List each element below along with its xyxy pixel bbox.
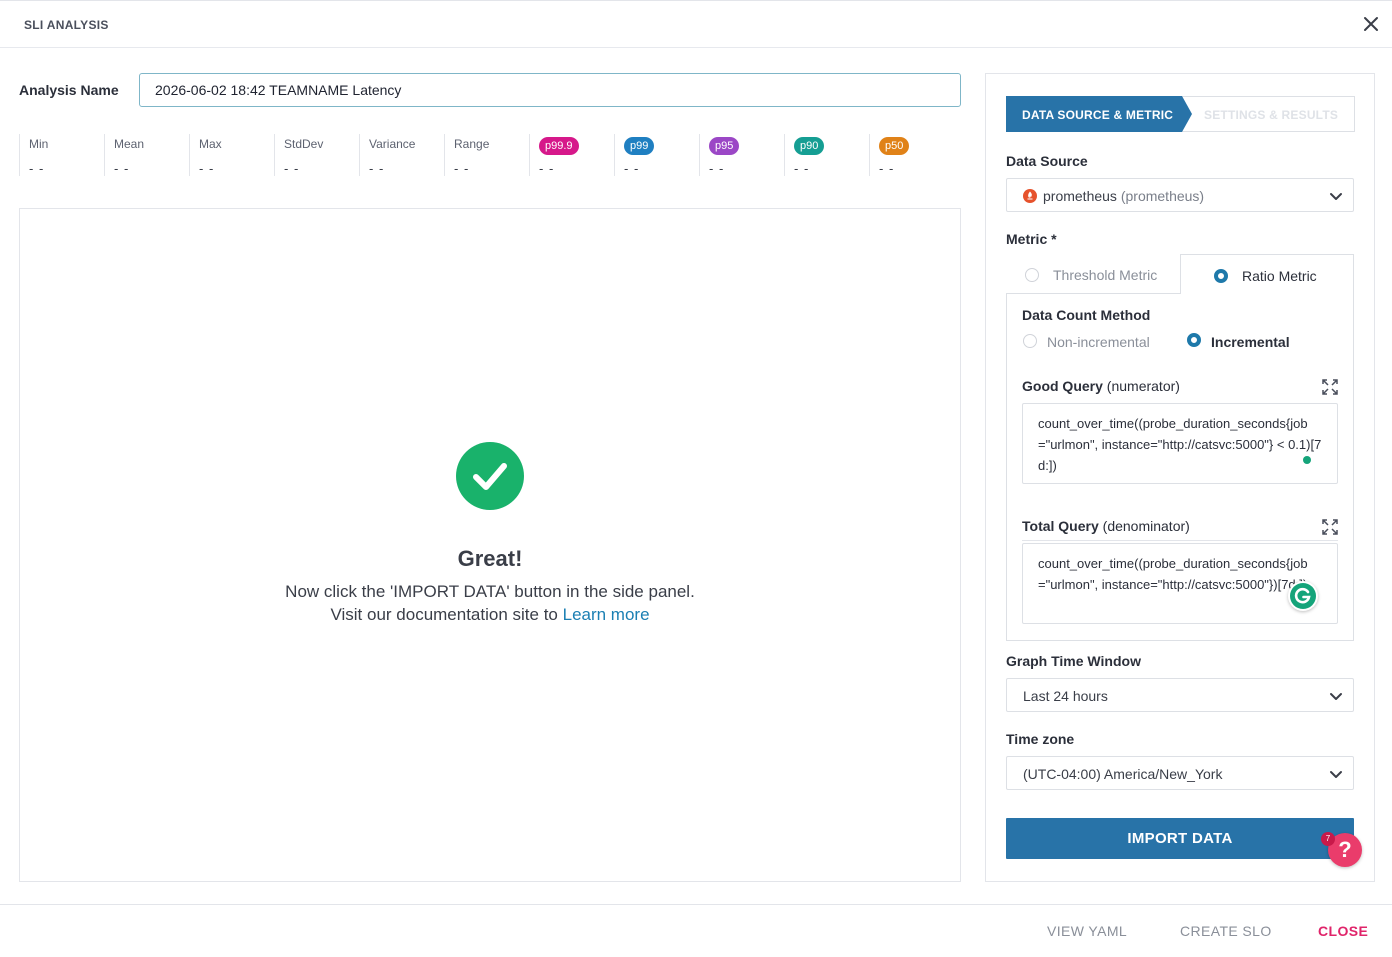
stat-value: - - [114, 161, 130, 176]
dialog-title: SLI ANALYSIS [24, 18, 109, 32]
stats-row: Min - - Mean - - Max - - StdDev - - Vari… [19, 134, 961, 176]
non-incremental-label[interactable]: Non-incremental [1047, 334, 1150, 350]
graph-window-label: Graph Time Window [1006, 653, 1141, 669]
expand-total-query-icon[interactable] [1321, 518, 1339, 536]
stat-label: Variance [369, 137, 416, 151]
empty-state-title: Great! [457, 546, 523, 571]
dialog-footer: VIEW YAML CREATE SLO CLOSE [0, 904, 1392, 957]
incremental-radio[interactable] [1187, 333, 1201, 347]
data-source-type: (prometheus) [1120, 188, 1205, 204]
stat-max: Max - - [189, 134, 274, 176]
percentile-badge: p90 [794, 137, 825, 155]
tab-threshold-metric[interactable]: Threshold Metric [1006, 254, 1180, 294]
chart-panel: Great! Now click the 'IMPORT DATA' butto… [19, 208, 961, 882]
stat-stddev: StdDev - - [274, 134, 359, 176]
total-query-label: Total Query (denominator) [1022, 518, 1190, 534]
help-notification-badge: 7 [1321, 832, 1335, 846]
good-query-suffix: (numerator) [1106, 378, 1180, 394]
metric-label: Metric * [1006, 231, 1057, 247]
import-data-button[interactable]: IMPORT DATA [1006, 818, 1354, 859]
stat-label: Mean [114, 137, 145, 151]
data-source-name: prometheus [1043, 188, 1117, 204]
step-data-source-metric[interactable]: DATA SOURCE & METRIC [1022, 108, 1173, 122]
prometheus-icon [1023, 189, 1037, 203]
stat-p95: p95 - - [699, 134, 784, 176]
stat-value: - - [794, 161, 810, 176]
grammarly-icon[interactable] [1288, 581, 1318, 611]
threshold-radio[interactable] [1025, 268, 1039, 282]
empty-state-message: Now click the 'IMPORT DATA' button in th… [285, 582, 695, 601]
dialog-header: SLI ANALYSIS [0, 0, 1392, 48]
view-yaml-button[interactable]: VIEW YAML [1047, 923, 1127, 939]
stat-p50: p50 - - [869, 134, 954, 176]
data-source-label: Data Source [1006, 153, 1088, 169]
close-button[interactable]: CLOSE [1318, 923, 1368, 939]
status-dot [1303, 456, 1311, 464]
tab-threshold-label: Threshold Metric [1053, 267, 1158, 283]
query-divider [1022, 540, 1338, 541]
good-query-input[interactable]: count_over_time((probe_duration_seconds{… [1022, 403, 1338, 484]
chevron-down-icon [1330, 193, 1342, 200]
check-circle-icon [456, 442, 524, 510]
docs-prefix: Visit our documentation site to [330, 605, 563, 624]
stat-value: - - [454, 161, 470, 176]
data-source-select[interactable]: prometheus (prometheus) [1006, 178, 1354, 212]
analysis-name-label: Analysis Name [19, 82, 119, 98]
stat-value: - - [29, 161, 45, 176]
stat-value: - - [199, 161, 215, 176]
wizard-steps: DATA SOURCE & METRIC SETTINGS & RESULTS [1006, 96, 1355, 132]
incremental-label[interactable]: Incremental [1211, 334, 1290, 350]
total-query-title: Total Query [1022, 518, 1099, 534]
stat-range: Range - - [444, 134, 529, 176]
timezone-select[interactable]: (UTC-04:00) America/New_York [1006, 756, 1354, 790]
empty-state-docs-line: Visit our documentation site to Learn mo… [20, 605, 960, 625]
stat-label: StdDev [284, 137, 324, 151]
non-incremental-radio[interactable] [1023, 334, 1037, 348]
percentile-badge: p50 [879, 137, 910, 155]
stat-p90: p90 - - [784, 134, 869, 176]
stat-value: - - [284, 161, 300, 176]
total-query-input[interactable]: count_over_time((probe_duration_seconds{… [1022, 543, 1338, 624]
step-settings-results[interactable]: SETTINGS & RESULTS [1204, 108, 1338, 122]
tab-ratio-label: Ratio Metric [1242, 268, 1317, 284]
side-panel: DATA SOURCE & METRIC SETTINGS & RESULTS … [985, 73, 1375, 882]
learn-more-link[interactable]: Learn more [563, 605, 650, 624]
graph-window-select[interactable]: Last 24 hours [1006, 678, 1354, 712]
data-count-method-label: Data Count Method [1022, 307, 1151, 323]
create-slo-button[interactable]: CREATE SLO [1180, 923, 1272, 939]
stat-label: Max [199, 137, 222, 151]
timezone-label: Time zone [1006, 731, 1075, 747]
timezone-value: (UTC-04:00) America/New_York [1023, 766, 1223, 782]
stat-p99-9: p99.9 - - [529, 134, 614, 176]
chevron-down-icon [1330, 693, 1342, 700]
stat-mean: Mean - - [104, 134, 189, 176]
stat-value: - - [539, 161, 555, 176]
stat-label: Min [29, 137, 49, 151]
stat-min: Min - - [19, 134, 104, 176]
stat-value: - - [369, 161, 385, 176]
stat-variance: Variance - - [359, 134, 444, 176]
percentile-badge: p95 [709, 137, 740, 155]
stat-p99: p99 - - [614, 134, 699, 176]
data-source-value: prometheus (prometheus) [1043, 188, 1204, 204]
percentile-badge: p99 [624, 137, 655, 155]
chevron-down-icon [1330, 771, 1342, 778]
percentile-badge: p99.9 [539, 137, 579, 155]
good-query-title: Good Query [1022, 378, 1103, 394]
tab-ratio-metric[interactable]: Ratio Metric [1180, 254, 1354, 294]
ratio-radio[interactable] [1214, 269, 1228, 283]
close-icon[interactable] [1361, 14, 1381, 34]
analysis-name-input[interactable] [139, 73, 961, 107]
total-query-suffix: (denominator) [1102, 518, 1190, 534]
stat-value: - - [879, 161, 895, 176]
stat-value: - - [624, 161, 640, 176]
stat-value: - - [709, 161, 725, 176]
stat-label: Range [454, 137, 490, 151]
graph-window-value: Last 24 hours [1023, 688, 1108, 704]
good-query-label: Good Query (numerator) [1022, 378, 1180, 394]
expand-good-query-icon[interactable] [1321, 378, 1339, 396]
